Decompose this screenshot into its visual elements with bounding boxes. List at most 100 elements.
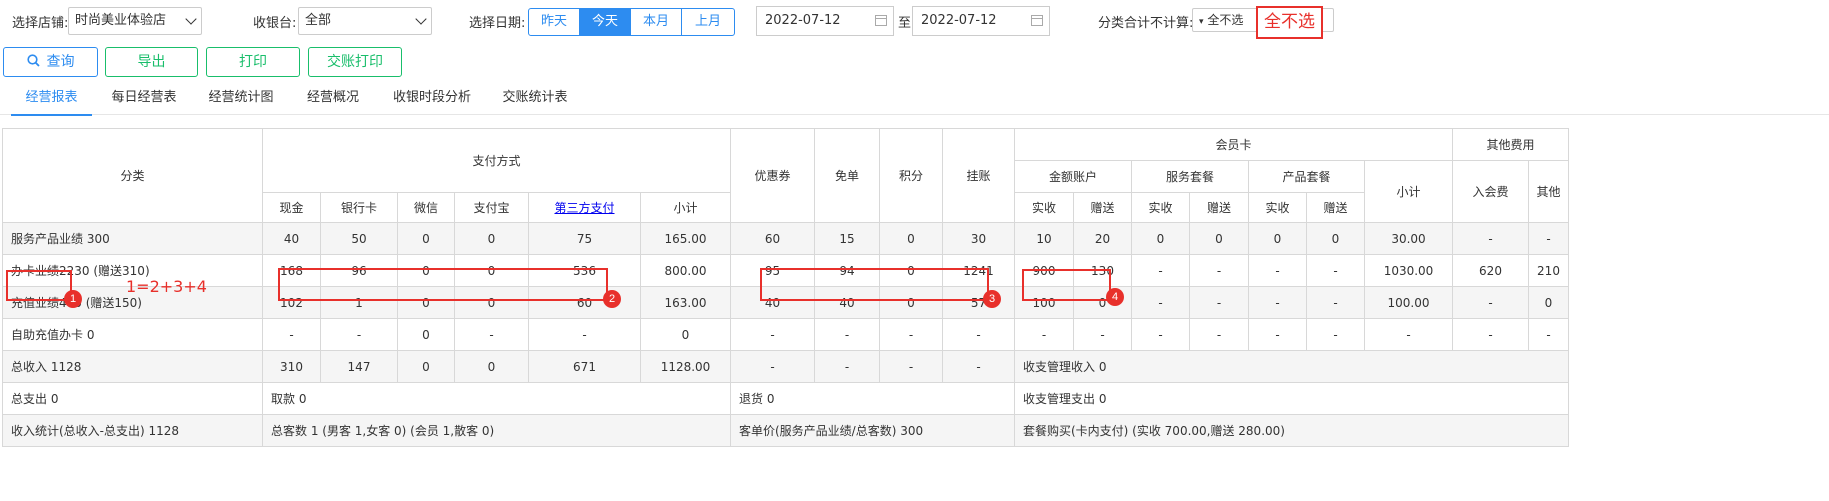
tab-business-overview[interactable]: 经营概况 (305, 82, 361, 114)
end-date-value: 2022-07-12 (921, 13, 997, 28)
report-tabs: 经营报表 每日经营表 经营统计图 经营概况 收银时段分析 交账统计表 (0, 82, 1829, 116)
highlight-box-1 (6, 270, 72, 301)
header-product-gift: 赠送 (1306, 192, 1365, 223)
tab-business-charts[interactable]: 经营统计图 (208, 82, 274, 114)
shift-print-button[interactable]: 交账打印 (308, 47, 402, 77)
footer-package-purchase: 套餐购买(卡内支付) (实收 700.00,赠送 280.00) (1014, 414, 1569, 447)
table-cell: 0 (397, 318, 455, 351)
row-label: 自助充值办卡 0 (2, 318, 263, 351)
store-select[interactable]: 时尚美业体验店 (68, 7, 202, 35)
annotation-formula: 1=2+3+4 (126, 277, 207, 296)
table-cell: - (1248, 286, 1307, 319)
end-date-input[interactable]: 2022-07-12 (912, 6, 1050, 36)
search-icon (26, 49, 40, 67)
table-cell: - (814, 350, 880, 383)
store-label: 选择店铺: (12, 16, 69, 31)
table-cell: - (1306, 254, 1365, 287)
table-cell: - (1073, 318, 1132, 351)
table-cell: 0 (879, 222, 943, 255)
table-cell: 0 (454, 222, 529, 255)
header-cash: 现金 (262, 192, 321, 223)
category-exclude-value: 全不选 (1207, 13, 1244, 27)
footer-total-expense: 总支出 0 (2, 382, 263, 415)
annotation-badge-1: 1 (64, 290, 82, 308)
table-row: 总收入 1128 310 147 0 0 671 1128.00- - - - 收支管理收入 0 (2, 350, 1569, 383)
export-button[interactable]: 导出 (105, 47, 198, 77)
table-cell: 0 (1306, 222, 1365, 255)
header-points: 积分 (879, 128, 943, 223)
table-row: 自助充值办卡 0 --0--0------------- (2, 318, 1569, 351)
header-third-party-link[interactable]: 第三方支付 (528, 192, 641, 223)
table-cell: - (1014, 318, 1074, 351)
start-date-input[interactable]: 2022-07-12 (756, 6, 894, 36)
date-range-separator: 至 (898, 16, 912, 31)
tab-business-report[interactable]: 经营报表 (11, 82, 92, 116)
caret-down-icon: ▾ (1199, 17, 1204, 27)
table-cell: - (814, 318, 880, 351)
print-button[interactable]: 打印 (206, 47, 300, 77)
table-cell: 1128.00 (640, 350, 731, 383)
table-header-row: 分类 支付方式 优惠券 免单 积分 挂账 会员卡 其他费用 (2, 128, 1569, 223)
date-this-month-button[interactable]: 本月 (630, 8, 682, 36)
header-member-subtotal: 小计 (1364, 160, 1453, 223)
table-footer-row: 总支出 0 取款 0 退货 0 收支管理支出 0 (2, 382, 1569, 415)
table-cell: - (942, 350, 1015, 383)
highlight-box-2 (278, 268, 608, 301)
header-free: 免单 (814, 128, 880, 223)
header-amount-account: 金额账户 (1014, 160, 1132, 193)
table-cell: 0 (1248, 222, 1307, 255)
header-member-card: 会员卡 (1014, 128, 1453, 161)
footer-income-stat: 收入统计(总收入-总支出) 1128 (2, 414, 263, 447)
footer-finance-expense: 收支管理支出 0 (1014, 382, 1569, 415)
table-cell: - (730, 318, 815, 351)
third-party-payment-link[interactable]: 第三方支付 (554, 201, 614, 215)
tab-shift-statistics[interactable]: 交账统计表 (502, 82, 568, 114)
table-cell: - (1248, 254, 1307, 287)
header-other: 其他 (1528, 160, 1569, 223)
table-footer-row: 收入统计(总收入-总支出) 1128 总客数 1 (男客 1,女客 0) (会员… (2, 414, 1569, 447)
table-cell: - (1364, 318, 1453, 351)
table-cell: 50 (320, 222, 398, 255)
date-label: 选择日期: (469, 16, 526, 31)
table-cell: - (879, 350, 943, 383)
annotation-badge-3: 3 (983, 290, 1001, 308)
table-cell: - (1528, 318, 1569, 351)
table-cell: - (1131, 318, 1190, 351)
start-date-value: 2022-07-12 (765, 13, 841, 28)
cashier-select[interactable]: 全部 (298, 7, 432, 35)
table-cell: 620 (1452, 254, 1529, 287)
table-cell: 20 (1073, 222, 1132, 255)
table-cell: - (528, 318, 641, 351)
query-button-label: 查询 (46, 54, 75, 70)
tab-daily-business[interactable]: 每日经营表 (110, 82, 178, 114)
date-yesterday-button[interactable]: 昨天 (528, 8, 580, 36)
header-category: 分类 (2, 128, 263, 223)
header-service-actual: 实收 (1131, 192, 1190, 223)
table-cell: - (1189, 318, 1249, 351)
table-row: 服务产品业绩 300 40 50 0 0 75 165.00 60 15 0 30 10 20 0 0 0 0… (2, 222, 1569, 255)
finance-income-cell: 收支管理收入 0 (1014, 350, 1569, 383)
query-button[interactable]: 查询 (3, 47, 98, 77)
table-cell: - (1452, 318, 1529, 351)
table-cell: - (320, 318, 398, 351)
calendar-icon[interactable] (1031, 15, 1043, 26)
footer-avg-ticket: 客单价(服务产品业绩/总客数) 300 (730, 414, 1015, 447)
table-cell: 310 (262, 350, 321, 383)
table-cell: - (1189, 254, 1249, 287)
highlight-box-3 (760, 268, 989, 301)
footer-withdrawal: 取款 0 (262, 382, 731, 415)
tab-cashier-period-analysis[interactable]: 收银时段分析 (393, 82, 471, 114)
table-cell: - (730, 350, 815, 383)
chevron-down-icon (185, 13, 197, 25)
cashier-select-value: 全部 (305, 13, 332, 28)
calendar-icon[interactable] (875, 15, 887, 26)
table-cell: - (1306, 286, 1365, 319)
header-amount-actual: 实收 (1014, 192, 1074, 223)
table-cell: 0 (454, 350, 529, 383)
date-last-month-button[interactable]: 上月 (681, 8, 735, 36)
table-cell: - (1452, 222, 1529, 255)
row-label-part-b: (赠送150) (81, 296, 142, 310)
table-cell: 0 (1528, 286, 1569, 319)
header-product-actual: 实收 (1248, 192, 1307, 223)
date-today-button[interactable]: 今天 (579, 8, 631, 36)
